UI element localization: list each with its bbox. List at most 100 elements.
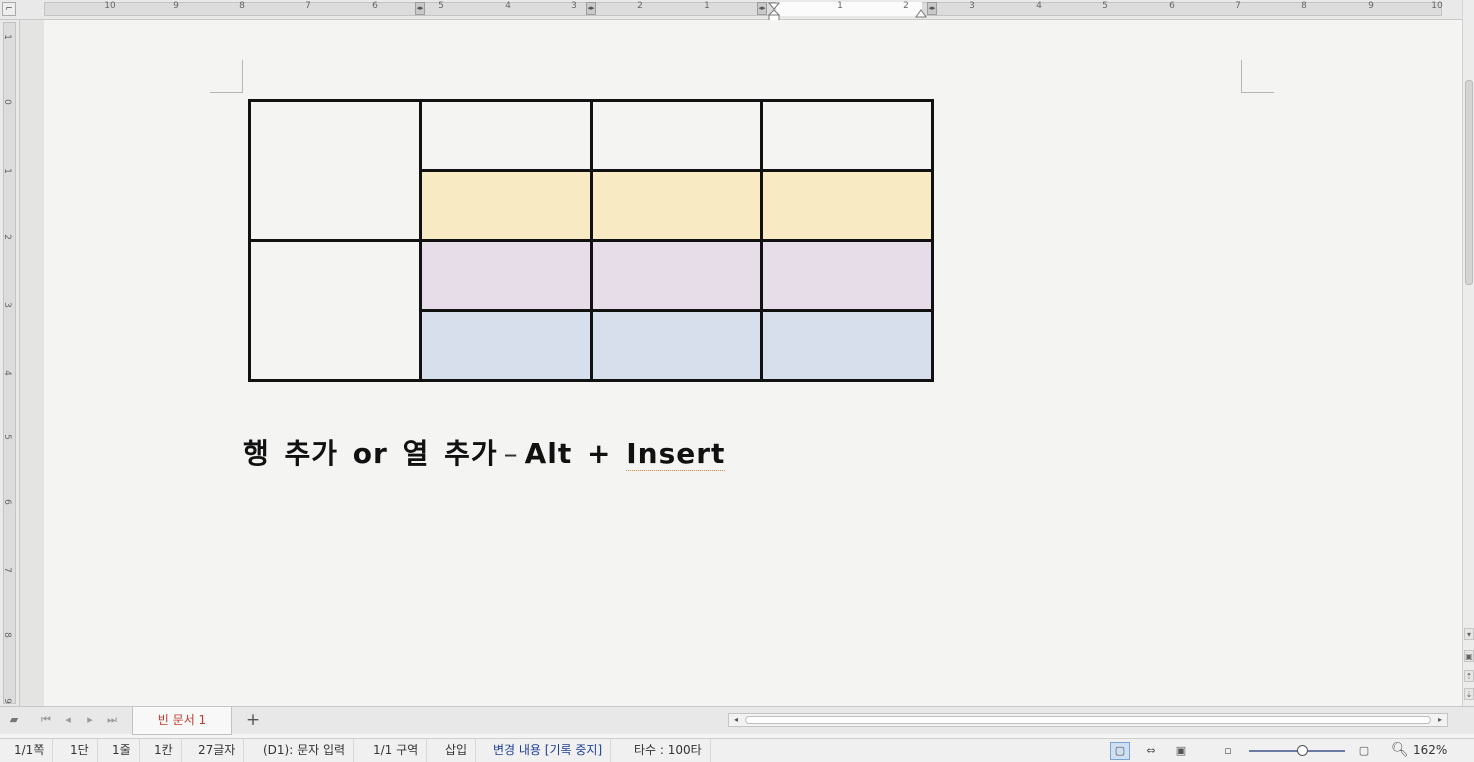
vertical-scroll-thumb[interactable] [1465,80,1473,285]
margin-corner-top-left [210,60,243,93]
status-input-mode: (D1): 문자 입력 [255,739,355,762]
ruler-label: 7 [1,567,12,573]
ruler-label: 1 [1,34,12,40]
ruler-label: 1 [837,1,843,11]
ruler-label: 9 [1368,1,1374,11]
horizontal-ruler[interactable]: ⌐ 10 9 8 7 6 5 4 3 2 1 1 2 3 4 5 6 7 8 9… [0,0,1474,22]
ruler-label: 7 [305,1,311,11]
shortcut-paragraph[interactable]: 행 추가 or 열 추가 – Alt + Insert [243,432,726,472]
last-tab-icon[interactable]: ⏭ [104,713,120,727]
first-tab-icon[interactable]: ⏮ [38,713,54,727]
ruler-label: 5 [1102,1,1108,11]
zoom-level[interactable]: 162% [1413,739,1447,762]
ruler-label: 5 [438,1,444,11]
shortcut-keys: Alt + [524,437,627,470]
status-track-changes[interactable]: 변경 내용 [기록 중지] [485,739,612,762]
scroll-down-icon[interactable]: ▾ [1464,628,1474,640]
table-cell[interactable] [419,239,593,312]
prev-page-icon[interactable]: ⇡ [1464,670,1474,682]
ruler-label: 9 [173,1,179,11]
status-column: 1단 [62,739,98,762]
shortcut-insert-key: Insert [626,437,726,471]
vertical-scrollbar[interactable]: ▾ ▣ ⇡ ⇣ [1462,0,1474,706]
ruler-label: 8 [239,1,245,11]
table-cell[interactable] [419,169,593,242]
margin-corner-top-right [1241,60,1274,93]
table-cell[interactable] [589,99,764,172]
width-view-button[interactable]: ⇔ [1141,742,1161,760]
table-cell[interactable] [589,309,764,382]
table-cell[interactable] [589,239,764,312]
status-typing-speed: 타수 : 100타 [626,739,711,762]
full-view-button[interactable]: ▣ [1171,742,1191,760]
scroll-right-icon[interactable]: ▸ [1433,714,1447,726]
table-cell[interactable] [760,99,934,172]
shortcut-dash: – [503,437,519,470]
column-marker-icon[interactable]: ◂▸ [927,2,937,15]
vertical-ruler-track [3,22,16,704]
table-cell[interactable] [760,309,934,382]
table-cell-merged-bottom[interactable] [248,239,422,382]
ruler-label: 6 [372,1,378,11]
horizontal-scroll-thumb[interactable] [745,716,1431,724]
ruler-label: 9 [1,698,12,704]
status-line: 1줄 [104,739,140,762]
table-cell[interactable] [760,239,934,312]
prev-tab-icon[interactable]: ◂ [60,713,76,726]
magnifier-icon[interactable]: 🔍︎ [1391,742,1409,758]
ruler-label: 10 [1431,1,1443,11]
horizontal-scrollbar[interactable]: ◂ ▸ [728,713,1448,727]
table-cell-merged-top[interactable] [248,99,422,242]
ruler-label: 4 [1,370,12,376]
ruler-label: 6 [1169,1,1175,11]
page-gutter [20,20,44,706]
status-insert-mode[interactable]: 삽입 [437,739,477,762]
page-view-icon[interactable]: ▣ [1464,650,1474,662]
next-tab-icon[interactable]: ▸ [82,713,98,726]
zoom-out-icon[interactable]: ▫ [1218,742,1238,760]
status-bar: 1/1쪽 1단 1줄 1칸 27글자 (D1): 문자 입력 1/1 구역 삽입… [0,738,1474,762]
column-marker-icon[interactable]: ◂▸ [415,2,425,15]
document-table[interactable] [248,99,934,382]
ruler-label: 0 [1,99,12,105]
document-tab-bar: ▰ ⏮ ◂ ▸ ⏭ 빈 문서 1 + ◂ ▸ [0,706,1474,735]
column-marker-icon[interactable]: ◂▸ [757,2,767,15]
status-cell: 1칸 [146,739,182,762]
ruler-label: 4 [505,1,511,11]
column-marker-icon[interactable]: ◂▸ [586,2,596,15]
ruler-label: 1 [704,1,710,11]
zoom-slider[interactable] [1249,745,1345,756]
table-cell[interactable] [589,169,764,242]
ruler-label: 10 [104,1,116,11]
ruler-corner-icon[interactable]: ⌐ [2,2,16,16]
ruler-label: 2 [1,234,12,240]
table-cell[interactable] [760,169,934,242]
table-row [248,239,934,382]
vertical-ruler[interactable]: 1 0 1 2 3 4 5 6 7 8 9 [0,20,20,706]
zoom-in-icon[interactable]: ▢ [1354,742,1374,760]
ruler-label: 3 [571,1,577,11]
scroll-left-icon[interactable]: ◂ [729,714,743,726]
table-cell[interactable] [419,99,593,172]
status-page[interactable]: 1/1쪽 [6,739,54,762]
ruler-label: 6 [1,499,12,505]
status-section: 1/1 구역 [365,739,428,762]
status-chars: 27글자 [190,739,245,762]
shortcut-description: 행 추가 or 열 추가 [243,437,498,470]
page-view-button[interactable]: ▢ [1110,742,1130,760]
ruler-label: 2 [903,1,909,11]
ruler-label: 4 [1036,1,1042,11]
ruler-label: 5 [1,434,12,440]
document-tab[interactable]: 빈 문서 1 [132,707,232,735]
add-tab-button[interactable]: + [240,710,266,732]
zoom-slider-knob[interactable] [1297,745,1308,756]
memo-icon[interactable]: ▰ [6,713,22,726]
right-indent-marker-icon[interactable] [915,8,927,18]
ruler-label: 8 [1,632,12,638]
table-row [248,99,934,242]
next-page-icon[interactable]: ⇣ [1464,688,1474,700]
ruler-track [44,2,1442,16]
ruler-active-segment [776,2,922,16]
table-cell[interactable] [419,309,593,382]
ruler-label: 3 [969,1,975,11]
